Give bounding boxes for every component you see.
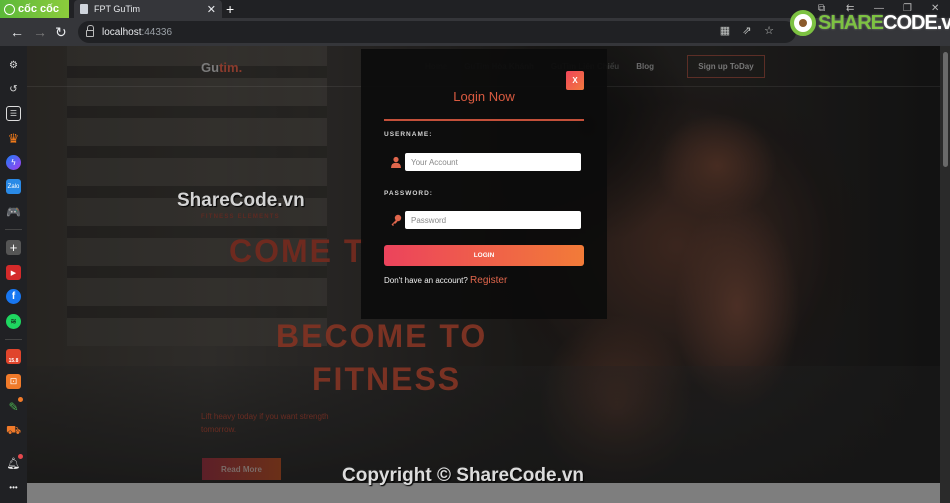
facebook-icon[interactable]: f (6, 289, 21, 304)
bookmark-star-icon[interactable]: ☆ (762, 24, 776, 38)
hero-title-line-2: BECOME TO (276, 318, 488, 354)
login-button[interactable]: LOGIN (384, 245, 584, 266)
copyright-watermark: Copyright © ShareCode.vn (342, 465, 585, 486)
crown-icon[interactable]: ♛ (6, 131, 21, 146)
sharecode-logo-icon (790, 10, 816, 36)
reading-list-icon[interactable]: ☰ (6, 106, 21, 121)
coupon-icon[interactable]: ✎ (6, 397, 23, 414)
hero-title-line-3: FITNESS (312, 361, 462, 397)
reload-button[interactable]: ↻ (55, 22, 67, 42)
key-icon (391, 214, 402, 226)
game-icon[interactable]: 🎮 (6, 204, 21, 219)
register-row: Don't have an account? Register (384, 275, 507, 286)
add-icon[interactable]: + (6, 240, 21, 255)
watermark-text: ShareCode.vn (177, 190, 305, 211)
modal-close-button[interactable]: X (566, 71, 584, 90)
page-icon (80, 4, 88, 14)
read-more-button[interactable]: Read More (202, 458, 281, 480)
cart-icon[interactable]: ⛟ (6, 423, 21, 438)
zalo-icon[interactable]: Zalo (6, 179, 21, 194)
browser-tab[interactable]: FPT GuTim ✕ (74, 0, 222, 18)
coccoc-menu-button[interactable]: cốc cốc (0, 0, 69, 18)
browser-sidebar: ⚙ ↺ ☰ ♛ ϟ Zalo 🎮 + ▶ f ≋ 15.8 ⊡ ✎ ⛟ 🔔︎ •… (0, 46, 27, 503)
bell-icon[interactable]: 🔔︎ (6, 454, 23, 471)
shopping-bag-icon[interactable]: 15.8 (6, 349, 21, 364)
lock-icon (86, 25, 94, 37)
sharecode-logo-text: SHARECODE.vn (818, 11, 950, 34)
messenger-icon[interactable]: ϟ (6, 155, 21, 170)
nav-blog[interactable]: Blog (636, 62, 654, 71)
address-bar[interactable]: localhost:44336 (78, 21, 796, 43)
site-logo[interactable]: Gutim. (201, 60, 242, 75)
hero-subtitle: FITNESS ELEMENTS (201, 214, 280, 220)
register-prompt: Don't have an account? (384, 276, 468, 285)
translate-icon[interactable]: ▦ (718, 24, 732, 38)
password-input[interactable] (405, 211, 581, 229)
signup-button[interactable]: Sign up ToDay (687, 55, 765, 78)
tab-title: FPT GuTim (94, 4, 141, 14)
sidebar-divider (5, 339, 22, 340)
share-icon[interactable]: ⇗ (740, 24, 754, 38)
register-link[interactable]: Register (470, 275, 507, 286)
hero-title-line-1: COME T (229, 233, 366, 269)
back-button[interactable]: ← (10, 22, 24, 42)
hero-description: Lift heavy today if you want strength to… (201, 412, 329, 434)
username-input[interactable] (405, 153, 581, 171)
ticket-icon[interactable]: ⊡ (6, 374, 21, 389)
sidebar-divider (5, 229, 22, 230)
coccoc-logo-icon (4, 3, 15, 15)
more-icon[interactable]: ••• (6, 480, 21, 495)
password-label: PASSWORD: (384, 190, 433, 197)
settings-icon[interactable]: ⚙ (6, 58, 21, 73)
brand-label: cốc cốc (18, 3, 59, 15)
youtube-icon[interactable]: ▶ (6, 265, 21, 280)
user-icon (391, 156, 401, 168)
close-tab-icon[interactable]: ✕ (207, 3, 216, 16)
url-text: localhost:44336 (102, 26, 173, 38)
scrollbar-thumb[interactable] (943, 52, 948, 167)
history-icon[interactable]: ↺ (6, 82, 21, 97)
new-tab-button[interactable]: + (226, 0, 234, 18)
sharecode-watermark-logo: SHARECODE.vn (790, 10, 950, 36)
modal-title: Login Now (453, 89, 515, 104)
forward-button[interactable]: → (33, 22, 47, 42)
spotify-icon[interactable]: ≋ (6, 314, 21, 329)
modal-title-divider (384, 119, 584, 121)
username-label: USERNAME: (384, 131, 433, 138)
